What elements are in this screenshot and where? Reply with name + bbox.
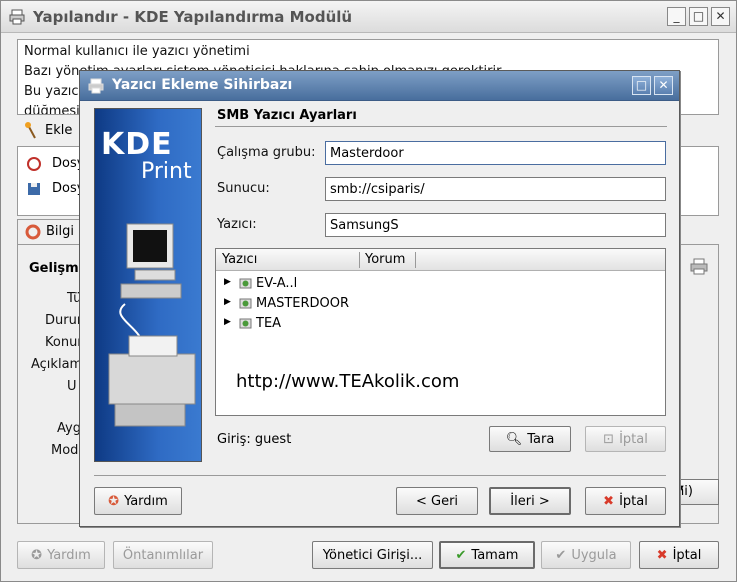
floppy-icon — [28, 183, 40, 195]
maximize-button[interactable]: □ — [632, 76, 651, 95]
section-title: SMB Yazıcı Ayarları — [217, 108, 357, 123]
field-label: Mod — [51, 443, 79, 458]
field-label: Açıklam — [31, 357, 83, 372]
cancel-label: İptal — [672, 547, 702, 563]
banner-kde: KDE — [101, 127, 173, 162]
minimize-button[interactable]: _ — [667, 7, 686, 26]
column-header-comment[interactable]: Yorum — [365, 252, 405, 267]
printer-icon — [88, 78, 104, 94]
dialog-titlebar[interactable]: Yazıcı Ekleme Sihirbazı □ ✕ — [80, 71, 679, 101]
lifebuoy-icon: ✪ — [108, 493, 120, 509]
kde-print-banner: KDE Print — [94, 108, 202, 462]
tab-info[interactable]: Bilgi — [17, 219, 83, 245]
computer-printer-illustration — [108, 223, 196, 427]
tree-row-label: TEA — [256, 316, 282, 331]
cancel-button[interactable]: ✖ İptal — [639, 541, 719, 569]
pdf-icon — [27, 157, 41, 171]
tab-info-label: Bilgi — [46, 224, 75, 239]
abort-button[interactable]: ⊡ İptal — [585, 426, 666, 452]
divider — [215, 126, 667, 127]
smb-printer-tree[interactable]: Yazıcı Yorum ▶ EV-A..l ▶ MASTERDOOR ▶ TE… — [215, 248, 666, 416]
abort-label: İptal — [619, 431, 648, 447]
wizard-help-button[interactable]: ✪ Yardım — [94, 487, 182, 515]
workgroup-label: Çalışma grubu: — [217, 145, 316, 160]
check-icon: ✔ — [455, 547, 467, 563]
add-printer-wizard: Yazıcı Ekleme Sihirbazı □ ✕ KDE Print SM… — [79, 70, 680, 527]
lifebuoy-icon — [25, 224, 41, 240]
scan-label: Tara — [527, 431, 555, 447]
stop-icon: ⊡ — [603, 431, 615, 447]
add-label: Ekle — [45, 123, 73, 138]
network-share-icon — [239, 298, 252, 309]
dialog-title: Yazıcı Ekleme Sihirbazı — [112, 77, 293, 93]
scan-button[interactable]: 🔍︎ Tara — [489, 426, 571, 452]
column-separator[interactable] — [359, 252, 360, 268]
wizard-cancel-button[interactable]: ✖ İptal — [585, 487, 666, 515]
column-separator[interactable] — [415, 252, 416, 268]
ok-label: Tamam — [471, 547, 519, 563]
tree-row-label: EV-A..l — [256, 276, 298, 291]
printer-label: Yazıcı: — [217, 217, 257, 232]
printer-icon — [9, 9, 25, 25]
defaults-label: Öntanımlılar — [122, 547, 204, 563]
workgroup-input[interactable] — [325, 141, 666, 165]
next-button[interactable]: İleri > — [489, 487, 571, 515]
apply-button[interactable]: ✔ Uygula — [541, 541, 631, 569]
defaults-button[interactable]: Öntanımlılar — [113, 541, 213, 569]
admin-login-button[interactable]: Yönetici Girişi... — [312, 541, 433, 569]
login-status: Giriş: guest — [217, 432, 292, 447]
wizard-cancel-label: İptal — [619, 493, 648, 509]
group-title: Gelişm — [29, 261, 79, 276]
expand-arrow-icon[interactable]: ▶ — [224, 297, 231, 307]
close-button[interactable]: ✕ — [654, 76, 673, 95]
back-button[interactable]: < Geri — [396, 487, 478, 515]
maximize-button[interactable]: □ — [689, 7, 708, 26]
help-button[interactable]: ✪ Yardım — [17, 541, 105, 569]
wand-icon — [25, 122, 36, 139]
cancel-icon: ✖ — [603, 493, 615, 509]
network-share-icon — [239, 318, 252, 329]
field-label: Ayg — [57, 421, 81, 436]
close-button[interactable]: ✕ — [711, 7, 730, 26]
help-label: Yardım — [47, 547, 91, 563]
watermark-text: http://www.TEAkolik.com — [236, 371, 460, 392]
server-input[interactable] — [325, 177, 666, 201]
info-line: Normal kullanıcı ile yazıcı yönetimi — [24, 44, 250, 59]
column-header-printer[interactable]: Yazıcı — [222, 252, 257, 267]
back-label: < Geri — [415, 493, 459, 509]
field-label: U — [67, 379, 77, 394]
printer-input[interactable] — [325, 213, 666, 237]
lifebuoy-icon: ✪ — [31, 547, 43, 563]
cancel-icon: ✖ — [656, 547, 668, 563]
network-share-icon — [239, 278, 252, 289]
tree-row-label: MASTERDOOR — [256, 296, 350, 311]
next-label: İleri > — [510, 493, 550, 509]
expand-arrow-icon[interactable]: ▶ — [224, 317, 231, 327]
check-icon: ✔ — [555, 547, 567, 563]
wizard-help-label: Yardım — [124, 493, 168, 509]
expand-arrow-icon[interactable]: ▶ — [224, 277, 231, 287]
admin-login-label: Yönetici Girişi... — [322, 547, 423, 563]
tree-header: Yazıcı Yorum — [216, 249, 665, 271]
window-title: Yapılandır - KDE Yapılandırma Modülü — [33, 8, 353, 26]
banner-print: Print — [141, 159, 192, 184]
printer-icon[interactable] — [690, 257, 708, 275]
ok-button[interactable]: ✔ Tamam — [439, 541, 535, 569]
chevron-down-icon: ▼ — [676, 484, 714, 495]
server-label: Sunucu: — [217, 181, 270, 196]
main-titlebar[interactable]: Yapılandır - KDE Yapılandırma Modülü _ □… — [1, 1, 736, 33]
magnifier-icon: 🔍︎ — [505, 431, 523, 447]
apply-label: Uygula — [571, 547, 617, 563]
divider — [94, 475, 666, 476]
